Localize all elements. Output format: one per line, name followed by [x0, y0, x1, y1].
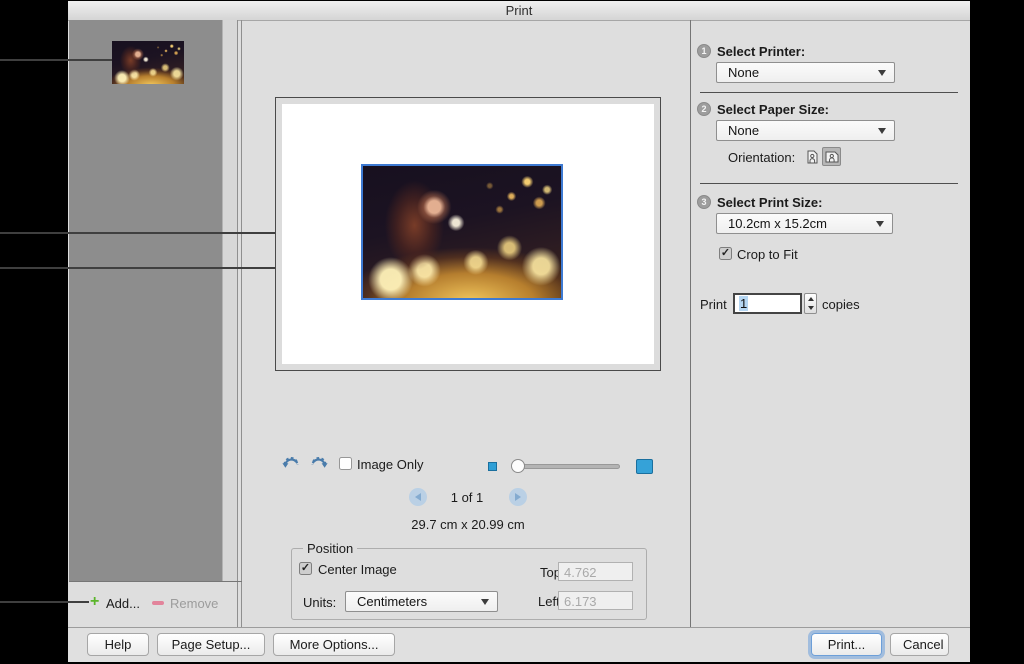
remove-icon — [152, 601, 164, 605]
chevron-down-icon — [876, 221, 884, 227]
step-2-badge: 2 — [697, 102, 711, 116]
crop-to-fit-checkbox[interactable]: ✓ — [719, 247, 732, 260]
callout-line-thumbnail — [0, 59, 112, 61]
next-page-button[interactable] — [509, 488, 527, 506]
copies-value: 1 — [739, 296, 748, 311]
portrait-page-icon — [807, 150, 818, 164]
chevron-down-icon — [878, 70, 886, 76]
chevron-down-icon — [481, 599, 489, 605]
page-indicator: 1 of 1 — [437, 490, 497, 505]
zoom-slider-thumb[interactable] — [511, 459, 525, 473]
remove-button[interactable]: Remove — [170, 596, 218, 611]
help-button[interactable]: Help — [87, 633, 149, 656]
rotate-left-icon — [281, 456, 301, 476]
printer-dropdown[interactable]: None — [716, 62, 895, 83]
copies-input[interactable]: 1 — [733, 293, 802, 314]
step-divider-2 — [700, 183, 958, 184]
image-only-checkbox[interactable] — [339, 457, 352, 470]
orientation-landscape-button[interactable] — [822, 147, 841, 166]
select-paper-size-label: Select Paper Size: — [717, 102, 829, 117]
image-thumbnail[interactable] — [112, 41, 184, 84]
chevron-down-icon — [878, 128, 886, 134]
select-print-size-label: Select Print Size: — [717, 195, 822, 210]
cancel-button[interactable]: Cancel — [890, 633, 949, 656]
step-3-badge: 3 — [697, 195, 711, 209]
step-divider-1 — [700, 92, 958, 93]
callout-line-add — [0, 601, 89, 603]
callout-line-page — [0, 232, 275, 234]
add-button[interactable]: Add... — [106, 596, 140, 611]
previous-page-button[interactable] — [409, 488, 427, 506]
landscape-page-icon — [825, 151, 839, 163]
orientation-label: Orientation: — [728, 150, 795, 165]
panel-divider-left-b — [241, 20, 242, 627]
orientation-portrait-button[interactable] — [803, 147, 821, 166]
print-preview-image[interactable] — [361, 164, 563, 300]
units-label: Units: — [303, 595, 336, 610]
paper-size-value: None — [728, 123, 878, 138]
sidebar-scrollbar[interactable] — [222, 20, 238, 581]
crop-to-fit-label: Crop to Fit — [737, 247, 798, 262]
copies-suffix-label: copies — [822, 297, 860, 312]
rotate-left-button[interactable] — [281, 456, 301, 476]
paper-size-dropdown[interactable]: None — [716, 120, 895, 141]
print-copies-label: Print — [700, 297, 727, 312]
thumbnail-sidebar — [69, 20, 222, 581]
print-size-dropdown[interactable]: 10.2cm x 15.2cm — [716, 213, 893, 234]
print-size-value: 10.2cm x 15.2cm — [728, 216, 876, 231]
zoom-out-icon[interactable] — [488, 462, 497, 471]
position-group-label: Position — [303, 541, 357, 556]
select-printer-label: Select Printer: — [717, 44, 805, 59]
top-field[interactable]: 4.762 — [558, 562, 633, 581]
rotate-right-button[interactable] — [309, 456, 329, 476]
stepper-up-icon — [808, 297, 814, 301]
more-options-button[interactable]: More Options... — [273, 633, 395, 656]
units-dropdown[interactable]: Centimeters — [345, 591, 498, 612]
sidebar-bottom-border — [69, 581, 242, 582]
copies-stepper[interactable] — [804, 293, 817, 314]
printer-value: None — [728, 65, 878, 80]
stepper-down-icon — [808, 306, 814, 310]
zoom-in-icon[interactable] — [636, 459, 653, 474]
rotate-right-icon — [309, 456, 329, 476]
panel-divider-right — [690, 20, 691, 627]
page-setup-button[interactable]: Page Setup... — [157, 633, 265, 656]
center-image-label: Center Image — [318, 562, 397, 577]
zoom-slider-track[interactable] — [512, 464, 620, 469]
units-value: Centimeters — [357, 594, 481, 609]
print-button[interactable]: Print... — [811, 633, 882, 656]
next-arrow-icon — [515, 493, 521, 501]
add-icon: + — [90, 595, 99, 609]
step-1-badge: 1 — [697, 44, 711, 58]
paper-dimensions: 29.7 cm x 20.99 cm — [388, 517, 548, 532]
dialog-title: Print — [68, 1, 970, 21]
image-only-label: Image Only — [357, 457, 423, 472]
left-field[interactable]: 6.173 — [558, 591, 633, 610]
center-image-checkbox[interactable]: ✓ — [299, 562, 312, 575]
print-dialog-screen: Print + Add... Remove Image O — [0, 0, 1024, 664]
panel-divider-left-a — [237, 20, 238, 627]
previous-arrow-icon — [415, 493, 421, 501]
